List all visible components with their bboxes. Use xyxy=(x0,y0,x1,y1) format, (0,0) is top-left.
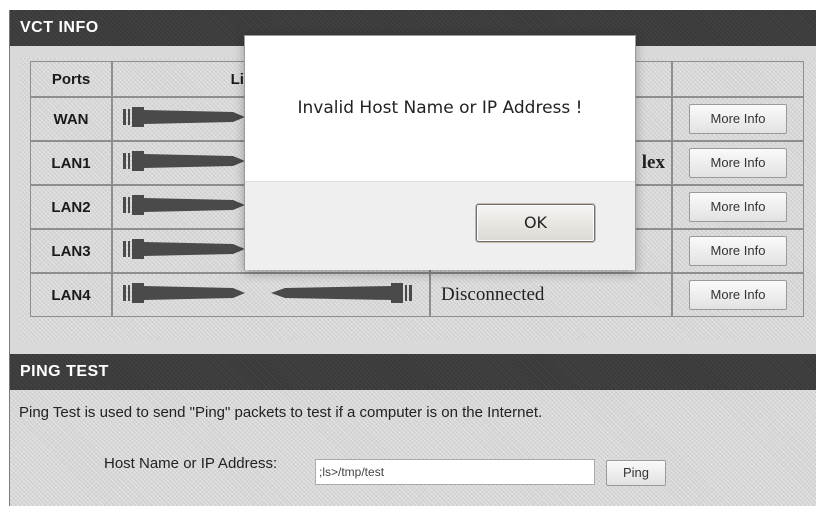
alert-dialog: Invalid Host Name or IP Address ! OK xyxy=(244,35,636,270)
info-cell: More Info xyxy=(672,185,804,229)
more-info-button[interactable]: More Info xyxy=(689,104,787,134)
alert-footer: OK xyxy=(245,181,635,270)
more-info-button[interactable]: More Info xyxy=(689,148,787,178)
ok-button[interactable]: OK xyxy=(476,204,595,242)
port-name: LAN2 xyxy=(30,185,112,229)
vct-info-title: VCT INFO xyxy=(20,19,99,36)
col-info-header xyxy=(672,61,804,97)
port-name: LAN3 xyxy=(30,229,112,273)
port-name: LAN1 xyxy=(30,141,112,185)
host-label: Host Name or IP Address: xyxy=(104,455,278,472)
info-cell: More Info xyxy=(672,229,804,273)
info-cell: More Info xyxy=(672,273,804,317)
table-row: LAN4 Disconnected More Info xyxy=(30,273,804,317)
port-name: LAN4 xyxy=(30,273,112,317)
ping-button[interactable]: Ping xyxy=(606,460,666,486)
ping-test-title: PING TEST xyxy=(20,363,109,380)
more-info-button[interactable]: More Info xyxy=(689,236,787,266)
link-status: Disconnected xyxy=(430,273,672,317)
col-ports-header: Ports xyxy=(30,61,112,97)
cable-cell xyxy=(112,273,430,317)
alert-message: Invalid Host Name or IP Address ! xyxy=(297,98,583,118)
more-info-button[interactable]: More Info xyxy=(689,192,787,222)
more-info-button[interactable]: More Info xyxy=(689,280,787,310)
cable-icon xyxy=(123,282,412,303)
info-cell: More Info xyxy=(672,97,804,141)
ping-test-header: PING TEST xyxy=(10,354,816,390)
info-cell: More Info xyxy=(672,141,804,185)
port-name: WAN xyxy=(30,97,112,141)
host-input[interactable] xyxy=(315,459,595,485)
ping-description: Ping Test is used to send "Ping" packets… xyxy=(19,404,543,421)
